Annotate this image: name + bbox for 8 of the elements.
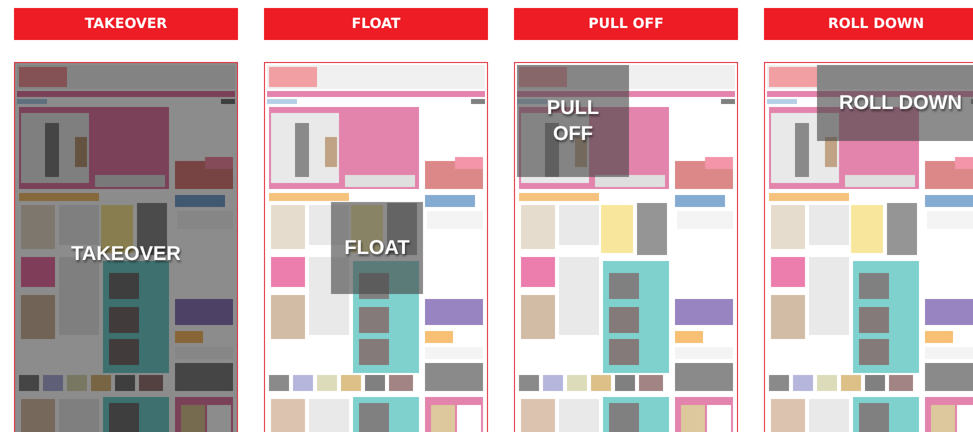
ad-format-label: TAKEOVER (71, 242, 181, 267)
format-title: TAKEOVER (14, 8, 238, 40)
format-title: ROLL DOWN (764, 8, 973, 40)
ad-format-label: ROLL DOWN (839, 91, 962, 116)
format-title: FLOAT (264, 8, 488, 40)
ad-format-label: FLOAT (344, 236, 410, 261)
ad-format-label: PULL OFF (546, 96, 600, 147)
format-title: PULL OFF (514, 8, 738, 40)
